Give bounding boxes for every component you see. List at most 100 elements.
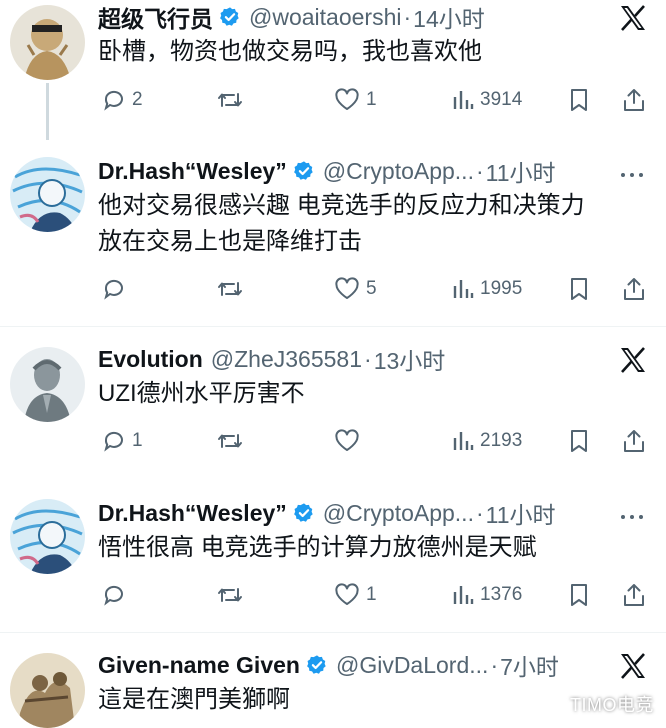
retweet-button[interactable] (216, 425, 250, 457)
reply-button[interactable] (102, 579, 132, 611)
author-handle[interactable]: @CryptoApp... (323, 500, 474, 527)
bookmark-icon (571, 89, 587, 111)
bookmark-button[interactable] (568, 425, 590, 457)
separator-dot: · (490, 651, 499, 678)
reply-count: 1 (132, 430, 143, 451)
author-handle[interactable]: @ZheJ365581 (211, 346, 362, 373)
like-button[interactable]: 5 (334, 273, 377, 305)
share-button[interactable] (622, 579, 646, 611)
reply-icon (104, 279, 123, 300)
tweet-header: 超级飞行员 @woaitaoershi · 14小时 (98, 0, 485, 34)
action-bar: 1 1376 (98, 579, 658, 611)
heart-icon (335, 429, 359, 451)
x-logo-icon (618, 651, 648, 681)
tweet-2[interactable]: Dr.Hash“Wesley” @CryptoApp... · 11小时 他对交… (0, 154, 666, 324)
retweet-icon (218, 588, 242, 602)
like-count: 5 (366, 278, 377, 299)
timestamp[interactable]: 11小时 (486, 154, 556, 188)
bookmark-button[interactable] (568, 273, 590, 305)
action-bar: 2 1 3914 (98, 84, 658, 116)
reply-count: 2 (132, 89, 143, 110)
analytics-icon (453, 432, 474, 450)
timestamp[interactable]: 14小时 (413, 0, 485, 34)
author-name[interactable]: Given-name Given (98, 652, 300, 679)
separator-dot: · (403, 3, 412, 30)
views-button[interactable]: 3914 (452, 84, 522, 116)
separator-dot: · (475, 157, 484, 184)
share-button[interactable] (622, 425, 646, 457)
reply-icon (104, 431, 123, 452)
tweet-text-line: UZI德州水平厉害不 (98, 380, 305, 407)
separator-dot: · (475, 499, 484, 526)
verified-badge-icon (293, 160, 315, 182)
share-button[interactable] (622, 273, 646, 305)
heart-icon (335, 583, 359, 605)
x-logo-icon (618, 345, 648, 375)
bookmark-button[interactable] (568, 579, 590, 611)
author-name[interactable]: 超级飞行员 (98, 0, 213, 34)
separator-dot: · (364, 345, 372, 372)
avatar[interactable] (10, 157, 85, 232)
tweet-text: 卧槽，物资也做交易吗，我也喜欢他 (98, 34, 638, 70)
author-handle[interactable]: @GivDaLord... (336, 652, 488, 679)
tweet-4[interactable]: Dr.Hash“Wesley” @CryptoApp... · 11小时 悟性很… (0, 496, 666, 628)
tweet-header: Dr.Hash“Wesley” @CryptoApp... · 11小时 (98, 496, 556, 530)
bookmark-button[interactable] (568, 84, 590, 116)
tweet-1[interactable]: 超级飞行员 @woaitaoershi · 14小时 卧槽，物资也做交易吗，我也… (0, 0, 666, 140)
reply-button[interactable]: 2 (102, 84, 143, 116)
like-button[interactable] (334, 425, 366, 457)
verified-badge-icon (219, 6, 241, 28)
reply-icon (104, 585, 123, 606)
retweet-icon (218, 93, 242, 107)
tweet-5[interactable]: Given-name Given @GivDaLord... · 7小时 這是在… (0, 648, 666, 728)
bookmark-icon (571, 278, 587, 300)
share-button[interactable] (622, 84, 646, 116)
timestamp[interactable]: 11小时 (486, 496, 556, 530)
verified-badge-icon (293, 502, 315, 524)
avatar[interactable] (10, 499, 85, 574)
views-button[interactable]: 1376 (452, 579, 522, 611)
author-name[interactable]: Dr.Hash“Wesley” (98, 500, 287, 527)
tweet-header: Given-name Given @GivDaLord... · 7小时 (98, 648, 559, 682)
author-handle[interactable]: @woaitaoershi (249, 4, 401, 31)
action-bar: 1 2193 (98, 425, 658, 457)
avatar[interactable] (10, 347, 85, 422)
author-handle[interactable]: @CryptoApp... (323, 158, 474, 185)
tweet-header: Evolution @ZheJ365581 · 13小时 (98, 342, 445, 376)
tweet-text-line: 放在交易上也是降维打击 (98, 228, 362, 255)
view-count: 3914 (480, 89, 523, 110)
retweet-button[interactable] (216, 579, 250, 611)
like-count: 1 (366, 584, 377, 605)
tweet-text-line: 他对交易很感兴趣 电竞选手的反应力和决策力 (98, 192, 585, 219)
tweet-text: 這是在澳門美獅啊 (98, 682, 638, 718)
bookmark-icon (571, 584, 587, 606)
timestamp[interactable]: 13小时 (374, 342, 446, 376)
views-button[interactable]: 2193 (452, 425, 522, 457)
reply-button[interactable] (102, 273, 132, 305)
tweet-text-line: 這是在澳門美獅啊 (98, 686, 290, 713)
view-count: 2193 (480, 430, 523, 451)
retweet-button[interactable] (216, 273, 250, 305)
analytics-icon (453, 91, 474, 109)
retweet-button[interactable] (216, 84, 250, 116)
like-button[interactable]: 1 (334, 84, 377, 116)
more-options-icon[interactable] (620, 166, 644, 177)
tweet-text: UZI德州水平厉害不 (98, 376, 638, 412)
analytics-icon (453, 280, 474, 298)
bookmark-icon (571, 430, 587, 452)
timestamp[interactable]: 7小时 (500, 648, 559, 682)
views-button[interactable]: 1995 (452, 273, 522, 305)
share-icon (624, 278, 644, 300)
avatar[interactable] (10, 653, 85, 728)
heart-icon (335, 277, 359, 299)
like-button[interactable]: 1 (334, 579, 377, 611)
author-name[interactable]: Evolution (98, 346, 203, 373)
author-name[interactable]: Dr.Hash“Wesley” (98, 158, 287, 185)
tweet-3[interactable]: Evolution @ZheJ365581 · 13小时 UZI德州水平厉害不 … (0, 342, 666, 482)
tweet-text: 他对交易很感兴趣 电竞选手的反应力和决策力 放在交易上也是降维打击 (98, 188, 638, 260)
reply-button[interactable]: 1 (102, 425, 143, 457)
like-count: 1 (366, 89, 377, 110)
more-options-icon[interactable] (620, 508, 644, 519)
heart-icon (335, 88, 359, 110)
avatar[interactable] (10, 5, 85, 80)
